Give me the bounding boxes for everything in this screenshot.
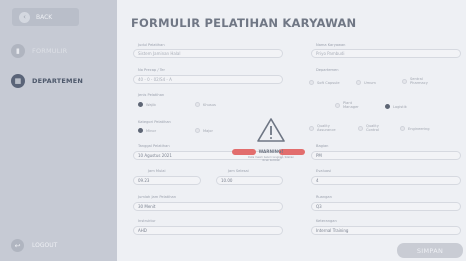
- radio-label: Minor: [146, 128, 157, 133]
- instruktur-field[interactable]: AHD: [133, 226, 283, 235]
- page-title: FORMULIR PELATIHAN KARYAWAN: [131, 16, 357, 30]
- sidebar-item-label: FORMULIR: [32, 47, 68, 55]
- radio-dot: [195, 128, 200, 133]
- jam-mulai-field[interactable]: 09.23: [133, 176, 201, 185]
- dept-option-plant-manager[interactable]: Plant Manager: [335, 101, 365, 109]
- building-icon: ▦: [11, 74, 25, 88]
- radio-label: Major: [203, 128, 213, 133]
- radio-label: Quality Assurance: [317, 124, 336, 132]
- keterangan-label: Keterangan: [316, 219, 337, 223]
- sidebar-item-formulir[interactable]: ▮ FORMULIR: [11, 44, 67, 58]
- dept-option-umum[interactable]: Umum: [356, 80, 376, 85]
- nama-karyawan-label: Nama Karyawan: [316, 43, 346, 47]
- tanggal-label: Tanggal Pelatihan: [138, 144, 170, 148]
- warning-message: Data masih belum lengkap, Silakan dicek …: [248, 156, 294, 163]
- dept-option-soft-capsule[interactable]: Soft Capsule: [309, 80, 340, 85]
- kategori-label: Kategori Pelatihan: [138, 120, 171, 124]
- radio-label: Quality Control: [366, 124, 379, 132]
- jenis-option-wajib[interactable]: Wajib: [138, 102, 156, 107]
- logout-button[interactable]: ↩ LOGOUT: [11, 239, 57, 252]
- dept-option-quality-assurance[interactable]: Quality Assurance: [309, 124, 339, 132]
- bagian-label: Bagian: [316, 144, 329, 148]
- ruangan-label: Ruangan: [316, 195, 332, 199]
- radio-dot: [309, 80, 314, 85]
- radio-label: Logistik: [393, 104, 407, 109]
- radio-dot: [138, 102, 143, 107]
- radio-label: Plant Manager: [343, 101, 359, 109]
- bagian-field[interactable]: PM: [311, 151, 461, 160]
- radio-label: Soft Capsule: [317, 80, 340, 85]
- sidebar: ‹ BACK ▮ FORMULIR ▦ DEPARTEMEN ↩ LOGOUT: [0, 0, 117, 261]
- document-icon: ▮: [11, 44, 25, 58]
- radio-dot: [402, 78, 407, 84]
- jumlah-jam-label: Jumlah Jam Pelatihan: [138, 195, 176, 199]
- no-precap-field[interactable]: 40 - 0 - 02/S4 - A: [133, 75, 283, 84]
- radio-label: Sentral Pharmacy: [410, 77, 428, 85]
- radio-dot: [356, 80, 361, 85]
- radio-label: Umum: [364, 80, 376, 85]
- logout-icon: ↩: [11, 239, 24, 252]
- departemen-label: Departemen: [316, 68, 339, 72]
- jam-selesai-field[interactable]: 10.00: [216, 176, 283, 185]
- save-button[interactable]: SIMPAN: [397, 243, 463, 258]
- radio-dot: [138, 128, 143, 133]
- radio-label: Engineering: [408, 126, 430, 131]
- radio-dot: [400, 126, 405, 131]
- keterangan-field[interactable]: Internal Training: [311, 226, 461, 235]
- radio-dot: [385, 104, 390, 109]
- radio-dot: [309, 125, 314, 131]
- dept-option-sentral-pharmacy[interactable]: Sentral Pharmacy: [402, 77, 438, 85]
- instruktur-label: Instruktur: [138, 219, 156, 223]
- no-precap-label: No Precap / Ter: [138, 68, 165, 72]
- jenis-label: Jenis Pelatihan: [138, 93, 165, 97]
- dept-option-engineering[interactable]: Engineering: [400, 126, 430, 131]
- kategori-option-minor[interactable]: Minor: [138, 128, 156, 133]
- warning-title: WARNING!: [258, 149, 284, 154]
- radio-dot: [195, 102, 200, 107]
- back-label: BACK: [36, 13, 53, 21]
- nama-karyawan-field[interactable]: Priyo Pambudi: [311, 49, 461, 58]
- warning-icon: [257, 118, 285, 142]
- jam-selesai-label: Jam Selesai: [228, 169, 249, 173]
- dept-option-quality-control[interactable]: Quality Control: [358, 124, 388, 132]
- jenis-option-khusus[interactable]: Khusus: [195, 102, 216, 107]
- sidebar-item-label: DEPARTEMEN: [32, 77, 83, 85]
- logout-label: LOGOUT: [32, 242, 58, 249]
- dept-option-logistik[interactable]: Logistik: [385, 104, 407, 109]
- evaluasi-label: Evaluasi: [316, 169, 331, 173]
- judul-label: Judul Pelatihan: [138, 43, 165, 47]
- evaluasi-field[interactable]: 4: [311, 176, 461, 185]
- ruangan-field[interactable]: Q3: [311, 202, 461, 211]
- back-button[interactable]: ‹ BACK: [12, 8, 79, 26]
- chevron-left-icon: ‹: [19, 11, 30, 23]
- radio-dot: [358, 125, 363, 131]
- radio-label: Khusus: [203, 102, 216, 107]
- sidebar-item-departemen[interactable]: ▦ DEPARTEMEN: [11, 74, 83, 88]
- judul-field[interactable]: Sistem Jaminan Halal: [133, 49, 283, 58]
- jam-mulai-label: Jam Mulai: [148, 169, 166, 173]
- radio-dot: [335, 102, 340, 108]
- radio-label: Wajib: [146, 102, 156, 107]
- kategori-option-major[interactable]: Major: [195, 128, 213, 133]
- jumlah-jam-field[interactable]: 30 Menit: [133, 202, 283, 211]
